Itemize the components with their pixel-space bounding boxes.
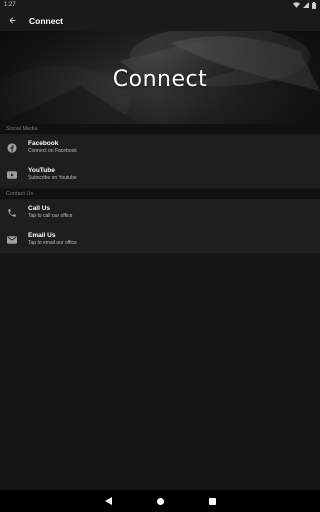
list-item-youtube[interactable]: YouTube Subscribe on Youtube — [0, 161, 320, 188]
section-contact-us: Contact Us Call Us Tap to call our offic… — [0, 189, 320, 253]
back-button[interactable] — [1, 10, 23, 31]
item-subtitle: Tap to call our office — [28, 213, 73, 219]
item-title: Facebook — [28, 140, 59, 147]
arrow-back-icon — [9, 17, 15, 24]
youtube-icon — [0, 170, 23, 179]
item-title: Call Us — [28, 205, 51, 212]
battery-icon — [312, 1, 316, 9]
wifi-icon — [293, 2, 300, 8]
facebook-icon — [0, 142, 23, 153]
section-header: Contact Us — [0, 189, 320, 199]
section-header: Social Media — [0, 124, 320, 134]
recents-square-icon — [208, 497, 216, 505]
item-title: Email Us — [28, 232, 56, 239]
item-subtitle: Tap to email our office — [28, 240, 77, 246]
home-circle-icon — [156, 497, 164, 505]
system-nav-bar — [0, 490, 320, 512]
hero-banner: Connect — [0, 31, 320, 124]
status-icons — [293, 1, 316, 9]
hero-title: Connect — [112, 67, 208, 92]
app-bar: Connect — [0, 10, 320, 31]
status-bar: 1:27 — [0, 0, 320, 10]
section-social-media: Social Media Facebook Connect on Faceboo… — [0, 124, 320, 188]
nav-home-button[interactable] — [134, 490, 186, 512]
item-subtitle: Connect on Facebook — [28, 148, 77, 154]
list-item-facebook[interactable]: Facebook Connect on Facebook — [0, 134, 320, 161]
back-triangle-icon — [104, 497, 112, 505]
nav-back-button[interactable] — [82, 490, 134, 512]
item-subtitle: Subscribe on Youtube — [28, 175, 77, 181]
list-item-call-us[interactable]: Call Us Tap to call our office — [0, 199, 320, 226]
email-icon — [0, 235, 23, 244]
item-title: YouTube — [28, 167, 55, 174]
signal-icon — [303, 2, 309, 8]
list-item-email-us[interactable]: Email Us Tap to email our office — [0, 226, 320, 253]
status-time: 1:27 — [4, 2, 16, 8]
page-title: Connect — [29, 15, 63, 26]
phone-icon — [0, 208, 23, 218]
nav-recents-button[interactable] — [186, 490, 238, 512]
